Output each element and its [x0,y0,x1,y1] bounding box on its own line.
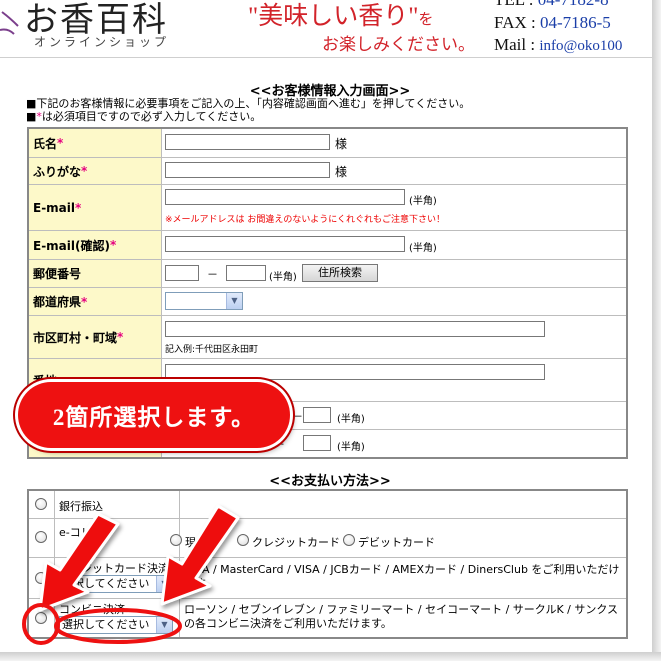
payment-section-title: <<お支払い方法>> [269,474,391,489]
half-width-note: (半角) [409,243,437,254]
label-furigana: ふりがな * [29,158,162,184]
label-email-confirm: E-mail(確認) * [29,231,162,259]
mail-link[interactable]: info@oko100 [539,38,622,54]
payment-radio-ecollect[interactable] [35,531,47,543]
postal-input-1[interactable] [165,265,199,281]
payment-row-credit: クレジットカード決済 選択してください ▼ VISA / MasterCard /… [29,557,626,598]
row-name: 氏名 * 様 [29,129,626,157]
email-warning: ※メールアドレスは お間違えのないようにくれぐれもご注意下さい！ [165,215,446,225]
payment-label-ecollect: e-コレクト [59,526,114,539]
half-width-note: (半角) [409,196,437,207]
city-example: 記入例:千代田区永田町 [165,345,259,355]
logo-subtitle: オンラインショップ [34,35,170,49]
site-header: お香百科 オンラインショップ "美味しい香り"を お楽しみください。 TEL :… [0,0,661,57]
frame-shadow-bottom [0,652,661,661]
row-email-confirm: E-mail(確認) * (半角) [29,230,626,259]
payment-radio-konbini[interactable] [35,612,47,624]
prefecture-select[interactable]: ▼ [165,292,243,310]
frame-shadow-right [652,0,661,661]
credit-card-description: VISA / MasterCard / VISA / JCBカード / AMEX… [184,563,620,590]
street-input[interactable] [165,364,545,380]
payment-row-bank: 銀行振込 [29,491,626,518]
credit-card-select[interactable]: 選択してください ▼ [59,575,173,593]
chevron-down-icon: ▼ [156,576,172,592]
address-search-button[interactable]: 住所検索 [302,264,378,282]
ecollect-option-credit: クレジットカード [252,536,340,549]
label-prefecture: 都道府県 * [29,288,162,315]
email-input[interactable] [165,189,405,205]
sama-label: 様 [335,137,348,151]
ecollect-option-cash: 現金 [185,536,207,549]
logo-mark-icon [0,11,19,35]
furigana-input[interactable] [165,162,330,178]
form-notes: ■下記のお客様情報に必要事項をご記入の上、「内容確認画面へ進む」を押してください… [26,97,470,123]
contact-mail: Mail : info@oko100 [494,35,623,54]
row-postal: 郵便番号 － (半角) 住所検索 [29,259,626,287]
payment-label-bank: 銀行振込 [59,500,103,513]
phone-dash: － [292,410,303,423]
payment-label-konbini: コンビニ決済 [59,603,125,616]
ecollect-radio-debit[interactable] [343,534,355,546]
row-city: 市区町村・町域 * 記入例:千代田区永田町 [29,315,626,358]
ecollect-radio-credit[interactable] [237,534,249,546]
row-furigana: ふりがな * 様 [29,157,626,184]
ecollect-option-debit: デビットカード [358,536,435,549]
label-city: 市区町村・町域 * [29,316,162,358]
label-email: E-mail * [29,185,162,230]
chevron-down-icon: ▼ [156,617,172,633]
half-width-note: (半角) [269,272,297,283]
label-postal: 郵便番号 [29,260,162,287]
half-width-note: (半角) [337,442,365,453]
contact-fax: FAX : 04-7186-5 [494,13,611,32]
name-input[interactable] [165,134,330,150]
postal-input-2[interactable] [226,265,266,281]
sama-label: 様 [335,165,348,179]
payment-radio-credit[interactable] [35,572,47,584]
row-email: E-mail * (半角) ※メールアドレスは お間違えのないようにくれぐれもご注… [29,184,626,230]
phone-input-3[interactable] [303,407,331,423]
postal-dash: － [207,268,218,281]
callout-bubble: 2箇所選択します。 [18,382,290,448]
row-prefecture: 都道府県 * ▼ [29,287,626,315]
payment-row-ecollect: e-コレクト 現金 クレジットカード デビットカード [29,518,626,557]
city-input[interactable] [165,321,545,337]
half-width-note: (半角) [337,414,365,425]
fax-input-3[interactable] [303,435,331,451]
chevron-down-icon: ▼ [226,293,242,309]
payment-radio-bank[interactable] [35,498,47,510]
konbini-select[interactable]: 選択してください ▼ [59,616,173,634]
payment-table: 銀行振込 e-コレクト 現金 クレジットカード デビットカード クレジットカード… [27,489,628,639]
payment-row-konbini: コンビニ決済 選択してください ▼ ローソン / セブンイレブン / ファミリーマ… [29,598,626,637]
note-2: ■*は必須項目ですので必ず入力してください。 [26,110,262,123]
email-confirm-input[interactable] [165,236,405,252]
payment-label-credit: クレジットカード決済 [59,562,169,575]
ecollect-radio-cash[interactable] [170,534,182,546]
note-1: ■下記のお客様情報に必要事項をご記入の上、「内容確認画面へ進む」を押してください… [26,97,471,110]
slogan-main: "美味しい香り"を [248,3,434,30]
label-name: 氏名 * [29,129,162,157]
slogan-sub: お楽しみください。 [322,35,475,54]
contact-tel: TEL : 04-7182-8 [494,0,609,10]
konbini-description: ローソン / セブンイレブン / ファミリーマート / セイコーマート / サー… [184,603,619,630]
